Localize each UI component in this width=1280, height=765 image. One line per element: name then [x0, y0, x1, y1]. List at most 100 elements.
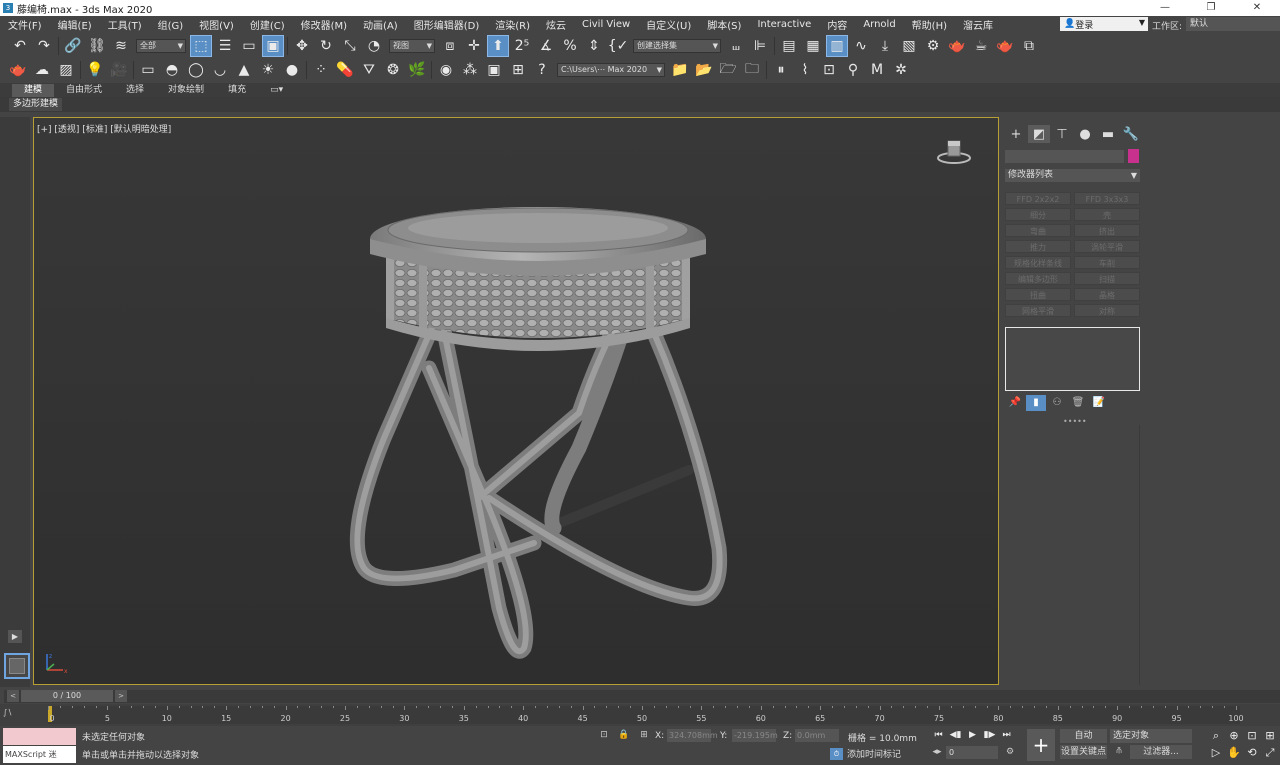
- percent-snap-icon[interactable]: %: [560, 36, 580, 56]
- scene-explorer-icon[interactable]: ▤: [779, 36, 799, 56]
- modifier-button[interactable]: 弯曲: [1005, 224, 1071, 237]
- isolate-selection-icon[interactable]: ⊡: [597, 729, 611, 742]
- utilities-tab-icon[interactable]: 🔧: [1120, 125, 1142, 143]
- material-editor-icon[interactable]: ▧: [899, 36, 919, 56]
- cloud-icon[interactable]: ☁: [32, 60, 52, 80]
- pyramid-icon[interactable]: ⛛: [359, 60, 379, 80]
- key-filters-button[interactable]: 过滤器...: [1130, 745, 1192, 759]
- bowl-icon[interactable]: ◡: [210, 60, 230, 80]
- rendered-frame-window-icon[interactable]: 🫖: [947, 36, 967, 56]
- camera-icon[interactable]: 🎥: [109, 60, 129, 80]
- expand-arrow-icon[interactable]: ▶: [8, 630, 22, 643]
- zoom-extents-all-icon[interactable]: ⊞: [1261, 729, 1279, 743]
- render-setup-icon[interactable]: ⚙: [923, 36, 943, 56]
- orbit-icon[interactable]: ⟲: [1243, 746, 1261, 760]
- plugin-b-icon[interactable]: ⌇: [795, 60, 815, 80]
- remove-modifier-icon[interactable]: 🗑: [1068, 395, 1088, 411]
- ribbon-options-icon[interactable]: ▭▾: [258, 84, 295, 97]
- menu-edit[interactable]: 编辑(E): [50, 17, 100, 32]
- pan-icon[interactable]: ✋: [1225, 746, 1243, 760]
- plugin-a-icon[interactable]: ⏸: [771, 60, 791, 80]
- go-to-start-icon[interactable]: ⏮: [930, 729, 947, 742]
- modifier-button[interactable]: 规格化样条线: [1005, 256, 1071, 269]
- disc-icon[interactable]: ●: [282, 60, 302, 80]
- menu-xuanyun[interactable]: 炫云: [538, 17, 574, 32]
- menu-customize[interactable]: 自定义(U): [638, 17, 699, 32]
- mirror-icon[interactable]: ⧢: [726, 36, 746, 56]
- next-key-icon[interactable]: ▮▶: [981, 729, 998, 742]
- object-name-field[interactable]: [1005, 150, 1124, 163]
- selection-lock-icon[interactable]: 🔒: [617, 729, 631, 742]
- zoom-icon[interactable]: ⌕: [1207, 729, 1225, 743]
- render-tile-icon[interactable]: ▣: [484, 60, 504, 80]
- next-frame-icon[interactable]: >: [115, 690, 127, 702]
- modifier-button[interactable]: 车削: [1074, 256, 1140, 269]
- layer-explorer-icon[interactable]: ▦: [803, 36, 823, 56]
- cone-icon[interactable]: ▲: [234, 60, 254, 80]
- go-to-end-icon[interactable]: ⏭: [998, 729, 1015, 742]
- modifier-button[interactable]: 细分: [1005, 208, 1071, 221]
- close-button[interactable]: ✕: [1234, 0, 1280, 16]
- menu-file[interactable]: 文件(F): [0, 17, 50, 32]
- pin-stack-icon[interactable]: 📌: [1005, 395, 1025, 411]
- save-project-icon[interactable]: 🗁: [718, 60, 738, 80]
- rectangle-selection-icon[interactable]: ▭: [239, 36, 259, 56]
- modify-tab-icon[interactable]: ◩: [1028, 125, 1050, 143]
- scale-icon[interactable]: ⤡: [340, 36, 360, 56]
- toggle-ribbon-icon[interactable]: ▥: [826, 35, 848, 57]
- selection-filter-select[interactable]: 全部 ▼: [136, 39, 186, 53]
- add-time-tag-button[interactable]: ⏱ 添加时间标记: [830, 747, 901, 760]
- menu-views[interactable]: 视图(V): [191, 17, 242, 32]
- y-coordinate-field[interactable]: -219.195m: [732, 729, 778, 742]
- move-icon[interactable]: ✥: [292, 36, 312, 56]
- show-end-result-icon[interactable]: ▮: [1026, 395, 1046, 411]
- menu-help[interactable]: 帮助(H): [904, 17, 955, 32]
- window-crossing-icon[interactable]: ▣: [262, 35, 284, 57]
- perspective-viewport[interactable]: [+] [透视] [标准] [默认明暗处理] z x: [33, 117, 999, 685]
- tab-freeform[interactable]: 自由形式: [54, 84, 114, 97]
- z-coordinate-field[interactable]: 0.0mm: [795, 729, 839, 742]
- align-icon[interactable]: ⊫: [750, 36, 770, 56]
- tab-object-paint[interactable]: 对象绘制: [156, 84, 216, 97]
- menu-animation[interactable]: 动画(A): [355, 17, 406, 32]
- schematic-view-icon[interactable]: ⤓: [875, 36, 895, 56]
- modifier-button[interactable]: 涡轮平滑: [1074, 240, 1140, 253]
- unlink-icon[interactable]: ⛓: [87, 36, 107, 56]
- redo-icon[interactable]: ↷: [34, 36, 54, 56]
- select-object-icon[interactable]: ⬚: [190, 35, 212, 57]
- sphere-icon[interactable]: ◯: [186, 60, 206, 80]
- render-window-icon[interactable]: ▨: [56, 60, 76, 80]
- menu-modifiers[interactable]: 修改器(M): [293, 17, 355, 32]
- previous-key-icon[interactable]: ◀▮: [947, 729, 964, 742]
- undo-icon[interactable]: ↶: [10, 36, 30, 56]
- current-frame-field[interactable]: 0: [946, 746, 998, 759]
- export-project-icon[interactable]: 🗀: [742, 60, 762, 80]
- menu-arnold[interactable]: Arnold: [855, 19, 903, 30]
- sun-icon[interactable]: ☀: [258, 60, 278, 80]
- plant-icon[interactable]: 🌿: [407, 60, 427, 80]
- capsule-icon[interactable]: 💊: [335, 60, 355, 80]
- tab-selection[interactable]: 选择: [114, 84, 156, 97]
- bind-spacewarp-icon[interactable]: ≋: [111, 36, 131, 56]
- menu-graph-editors[interactable]: 图形编辑器(D): [406, 17, 488, 32]
- modifier-button[interactable]: 扭曲: [1005, 288, 1071, 301]
- modifier-button[interactable]: 挤出: [1074, 224, 1140, 237]
- time-configuration-icon[interactable]: ⚙: [1003, 746, 1017, 759]
- make-unique-icon[interactable]: ⚇: [1047, 395, 1067, 411]
- scene-converter-icon[interactable]: ⊞: [508, 60, 528, 80]
- particle-icon[interactable]: ⁘: [311, 60, 331, 80]
- plugin-m-icon[interactable]: M: [867, 60, 887, 80]
- material-sphere-icon[interactable]: ◉: [436, 60, 456, 80]
- menu-liuyunku[interactable]: 溜云库: [955, 17, 1001, 32]
- maxscript-listener-output[interactable]: [3, 728, 76, 745]
- spinner-snap-icon[interactable]: ⇕: [584, 36, 604, 56]
- project-path-select[interactable]: C:\Users\⋯ Max 2020 ▼: [557, 63, 665, 77]
- hemisphere-icon[interactable]: ◓: [162, 60, 182, 80]
- snaps-toggle-icon[interactable]: 2⁵: [512, 36, 532, 56]
- open-project-icon[interactable]: 📂: [694, 60, 714, 80]
- help-icon[interactable]: ?: [532, 60, 552, 80]
- menu-scripting[interactable]: 脚本(S): [699, 17, 749, 32]
- palette-icon[interactable]: ⁂: [460, 60, 480, 80]
- maximize-button[interactable]: ❐: [1188, 0, 1234, 16]
- menu-content[interactable]: 内容: [819, 17, 855, 32]
